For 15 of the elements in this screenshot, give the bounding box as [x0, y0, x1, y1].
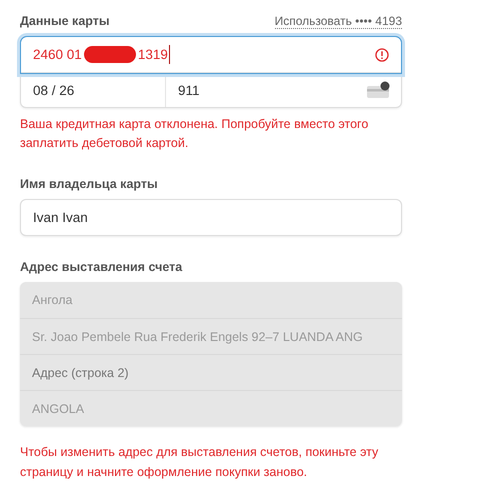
card-icon	[367, 81, 391, 99]
card-number-field[interactable]: 2460 01 1319	[21, 37, 401, 73]
card-number-end: 1319	[138, 47, 168, 62]
cvc-field[interactable]: 911	[166, 82, 367, 98]
field-label: Имя владельца карты	[20, 177, 158, 191]
error-message: Ваша кредитная карта отклонена. Попробуйте вместо этого заплатить дебетовой картой.	[20, 116, 370, 152]
cardholder-name-field[interactable]: Ivan Ivan	[20, 199, 402, 236]
text-cursor	[168, 45, 170, 64]
card-number-start: 2460 01	[33, 47, 82, 62]
address-note: Чтобы изменить адрес для выставления счетов, покиньте эту страницу и начните оформление покупки заново.	[20, 444, 380, 481]
saved-card-link[interactable]: Использовать •••• 4193	[274, 14, 402, 29]
expiry-field[interactable]: 08 / 26	[21, 73, 165, 107]
field-label: Адрес выставления счета	[20, 260, 182, 274]
field-label: Данные карты	[20, 14, 110, 28]
warning-icon	[375, 48, 389, 62]
